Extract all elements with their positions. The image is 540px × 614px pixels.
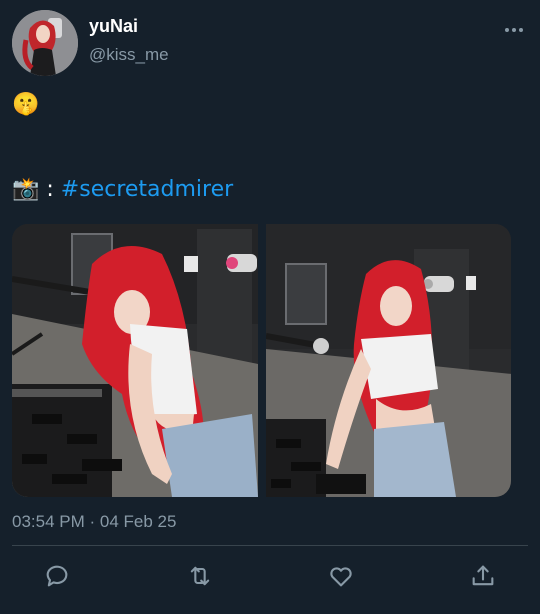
tweet-emoji: 🤫 (12, 92, 40, 117)
divider (12, 545, 528, 546)
photo-2[interactable] (265, 224, 511, 497)
tweet-actions (0, 556, 540, 596)
display-name[interactable]: yuNai (89, 16, 138, 37)
reply-icon[interactable] (43, 562, 71, 590)
media-grid (12, 224, 511, 497)
user-handle[interactable]: @kiss_me (89, 45, 169, 65)
retweet-icon[interactable] (186, 562, 214, 590)
more-options-icon[interactable] (504, 22, 524, 32)
tweet-caption: 📸 : #secretadmirer (12, 177, 233, 202)
avatar[interactable] (12, 10, 78, 76)
like-icon[interactable] (327, 562, 355, 590)
share-icon[interactable] (469, 562, 497, 590)
hashtag-link[interactable]: #secretadmirer (61, 177, 233, 202)
caption-prefix: 📸 : (12, 177, 61, 202)
photo-1[interactable] (12, 224, 258, 497)
tweet-timestamp[interactable]: 03:54 PM · 04 Feb 25 (12, 512, 176, 532)
